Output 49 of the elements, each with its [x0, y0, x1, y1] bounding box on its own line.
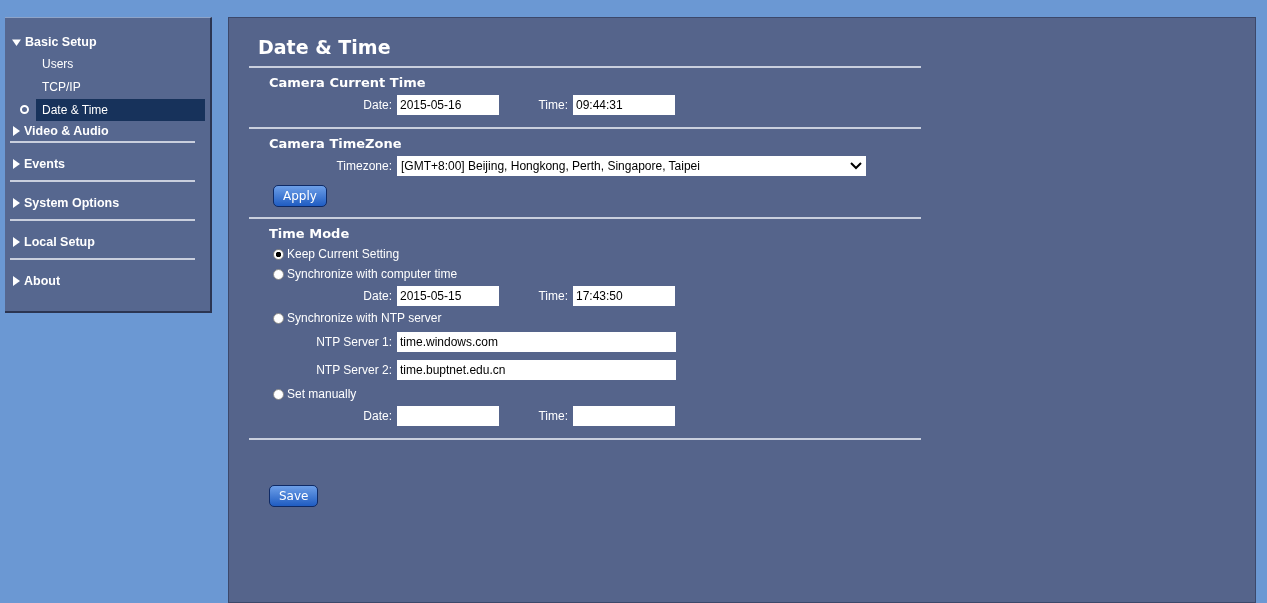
input-field[interactable]: time.buptnet.edu.cn — [397, 360, 676, 380]
input-field[interactable] — [573, 406, 675, 426]
field-label: Date: — [362, 289, 392, 303]
section-heading: Camera Current Time — [269, 75, 427, 90]
save-button[interactable]: Save — [269, 485, 319, 507]
radio-label: Synchronize with NTP server — [287, 311, 442, 325]
input-field[interactable]: 09:44:31 — [573, 95, 675, 115]
radio-label: Set manually — [287, 387, 357, 401]
menu-group[interactable]: Basic Setup — [12, 32, 210, 52]
apply-button[interactable]: Apply — [273, 185, 327, 207]
radio-button[interactable] — [273, 248, 284, 260]
caret-right-icon — [12, 198, 20, 208]
section-heading: Camera TimeZone — [269, 136, 403, 151]
menu-group[interactable]: Events — [12, 154, 195, 174]
menu-group[interactable]: Local Setup — [12, 232, 195, 252]
input-field[interactable]: time.windows.com — [397, 332, 676, 352]
caret-right-icon — [12, 276, 20, 286]
radio-button[interactable] — [273, 268, 284, 280]
input-field[interactable]: 17:43:50 — [573, 286, 675, 306]
caret-right-icon — [12, 126, 20, 136]
field-label: Timezone: — [335, 159, 392, 173]
menu-group[interactable]: About — [12, 271, 195, 291]
input-field[interactable]: 2015-05-16 — [397, 95, 499, 115]
field-label: Date: — [362, 98, 392, 112]
caret-right-icon — [12, 159, 20, 169]
radio-label: Synchronize with computer time — [287, 267, 458, 281]
field-label: Time: — [537, 289, 568, 303]
field-label: Time: — [537, 98, 568, 112]
menu-item[interactable]: TCP/IP — [36, 75, 205, 98]
section-heading: Time Mode — [269, 226, 351, 241]
input-field[interactable] — [397, 406, 499, 426]
bullet-icon — [19, 105, 29, 114]
chevron-down-icon — [850, 162, 862, 170]
field-label: NTP Server 2: — [315, 363, 392, 377]
timezone-dropdown[interactable]: [GMT+8:00] Beijing, Hongkong, Perth, Singapore, Taipei — [397, 156, 866, 176]
field-label: NTP Server 1: — [315, 335, 392, 349]
radio-label: Keep Current Setting — [287, 247, 400, 261]
menu-group[interactable]: Video & Audio — [12, 121, 210, 141]
radio-button[interactable] — [273, 312, 284, 324]
menu-item[interactable]: Date & Time — [36, 98, 205, 121]
caret-down-icon — [12, 37, 21, 47]
radio-button[interactable] — [273, 388, 284, 400]
menu-group[interactable]: System Options — [12, 193, 195, 213]
field-label: Date: — [362, 409, 392, 423]
input-field[interactable]: 2015-05-15 — [397, 286, 499, 306]
menu-item[interactable]: Users — [36, 52, 205, 75]
caret-right-icon — [12, 237, 20, 247]
page-title: Date & Time — [258, 36, 392, 58]
field-label: Time: — [537, 409, 568, 423]
